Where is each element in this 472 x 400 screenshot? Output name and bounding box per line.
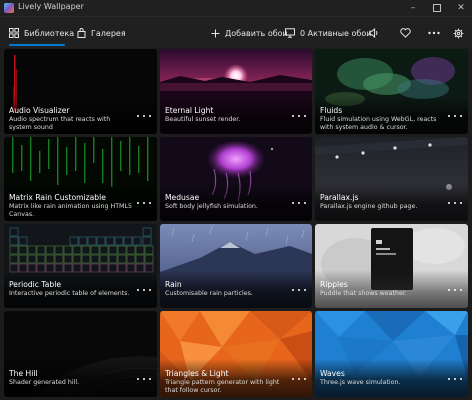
- wallpaper-title: Parallax.js: [320, 193, 359, 202]
- wallpaper-title: Periodic Table: [9, 280, 62, 289]
- wallpaper-description: Three.js wave simulation.: [320, 379, 401, 386]
- wallpaper-title: Matrix Rain Customizable: [9, 193, 106, 202]
- wallpaper-card[interactable]: Audio Visualizer Audio spectrum that rea…: [4, 49, 157, 134]
- wallpaper-more-button[interactable]: [137, 286, 151, 294]
- wallpaper-grid: Audio Visualizer Audio spectrum that rea…: [4, 49, 468, 397]
- wallpaper-card[interactable]: Triangles & Light Triangle pattern gener…: [160, 311, 312, 397]
- wallpaper-description: Customisable rain particles.: [165, 290, 253, 297]
- wallpaper-description: Triangle pattern generator with light th…: [165, 379, 280, 394]
- wallpaper-card[interactable]: Medusae Soft body jellyfish simulation.: [160, 137, 312, 221]
- toolbar: Библиотека Галерея Добавить обои 0 Актив…: [0, 17, 472, 48]
- add-wallpaper-button[interactable]: Добавить обои: [211, 26, 288, 40]
- wallpaper-card[interactable]: Fluids Fluid simulation using WebGL, rea…: [315, 49, 468, 134]
- tab-library-label: Библиотека: [24, 28, 75, 38]
- wallpaper-title: Ripples: [320, 280, 348, 289]
- tab-gallery-label: Галерея: [91, 28, 126, 38]
- wallpaper-more-button[interactable]: [292, 112, 306, 120]
- wallpaper-description: Interactive periodic table of elements.: [9, 290, 130, 297]
- active-wallpapers-label: 0 Активные обои: [300, 28, 372, 38]
- ellipsis-icon: [428, 31, 440, 35]
- add-wallpaper-label: Добавить обои: [225, 28, 288, 38]
- wallpaper-description: Fluid simulation using WebGL, reacts wit…: [320, 116, 437, 131]
- grid-icon: [9, 28, 19, 38]
- gear-icon: [453, 28, 464, 38]
- wallpaper-title: Rain: [165, 280, 182, 289]
- more-options-button[interactable]: [428, 26, 440, 40]
- wallpaper-card[interactable]: Waves Three.js wave simulation.: [315, 311, 468, 397]
- wallpaper-title: Medusae: [165, 193, 200, 202]
- wallpaper-title: Triangles & Light: [165, 369, 229, 378]
- wallpaper-more-button[interactable]: [448, 112, 462, 120]
- settings-button[interactable]: [453, 26, 464, 40]
- active-wallpapers-button[interactable]: 0 Активные обои: [285, 26, 371, 40]
- wallpaper-card[interactable]: Parallax.js Parallax.js engine github pa…: [315, 137, 468, 221]
- close-button[interactable]: ✕: [450, 0, 472, 17]
- audio-button[interactable]: [369, 26, 380, 40]
- wallpaper-description: Puddle that shows weather.: [320, 290, 407, 297]
- wallpaper-description: Shader generated hill.: [9, 379, 80, 386]
- wallpaper-more-button[interactable]: [292, 286, 306, 294]
- wallpaper-description: Matrix like rain animation using HTML5 C…: [9, 203, 133, 218]
- title-bar: Lively Wallpaper – ✕: [0, 0, 472, 17]
- app-logo-icon: [4, 3, 14, 13]
- wallpaper-card[interactable]: Eternal Light Beautiful sunset render.: [160, 49, 312, 134]
- maximize-button[interactable]: [426, 0, 448, 17]
- wallpaper-card[interactable]: The Hill Shader generated hill.: [4, 311, 157, 397]
- wallpaper-description: Audio spectrum that reacts with system s…: [9, 116, 111, 131]
- wallpaper-more-button[interactable]: [448, 286, 462, 294]
- monitor-icon: [285, 28, 295, 38]
- wallpaper-title: Eternal Light: [165, 106, 214, 115]
- wallpaper-more-button[interactable]: [137, 375, 151, 383]
- window-title: Lively Wallpaper: [18, 2, 84, 11]
- wallpaper-card[interactable]: Rain Customisable rain particles.: [160, 224, 312, 308]
- favorite-button[interactable]: [400, 26, 411, 40]
- wallpaper-card[interactable]: Matrix Rain Customizable Matrix like rai…: [4, 137, 157, 221]
- wallpaper-more-button[interactable]: [448, 199, 462, 207]
- tab-library[interactable]: Библиотека: [9, 26, 74, 40]
- minimize-button[interactable]: –: [402, 0, 424, 17]
- plus-icon: [211, 29, 220, 37]
- wallpaper-more-button[interactable]: [292, 199, 306, 207]
- wallpaper-card[interactable]: Periodic Table Interactive periodic tabl…: [4, 224, 157, 308]
- active-tab-indicator: [9, 44, 65, 46]
- wallpaper-title: Fluids: [320, 106, 343, 115]
- wallpaper-description: Soft body jellyfish simulation.: [165, 203, 258, 210]
- bag-icon: [77, 28, 86, 38]
- wallpaper-title: Audio Visualizer: [9, 106, 70, 115]
- speaker-icon: [369, 28, 378, 38]
- wallpaper-more-button[interactable]: [292, 375, 306, 383]
- wallpaper-description: Beautiful sunset render.: [165, 116, 241, 123]
- wallpaper-more-button[interactable]: [137, 112, 151, 120]
- wallpaper-title: Waves: [320, 369, 345, 378]
- tab-gallery[interactable]: Галерея: [77, 26, 126, 40]
- heart-icon: [400, 28, 411, 38]
- wallpaper-card[interactable]: Ripples Puddle that shows weather.: [315, 224, 468, 308]
- wallpaper-more-button[interactable]: [137, 199, 151, 207]
- wallpaper-title: The Hill: [9, 369, 38, 378]
- wallpaper-more-button[interactable]: [448, 375, 462, 383]
- wallpaper-description: Parallax.js engine github page.: [320, 203, 418, 210]
